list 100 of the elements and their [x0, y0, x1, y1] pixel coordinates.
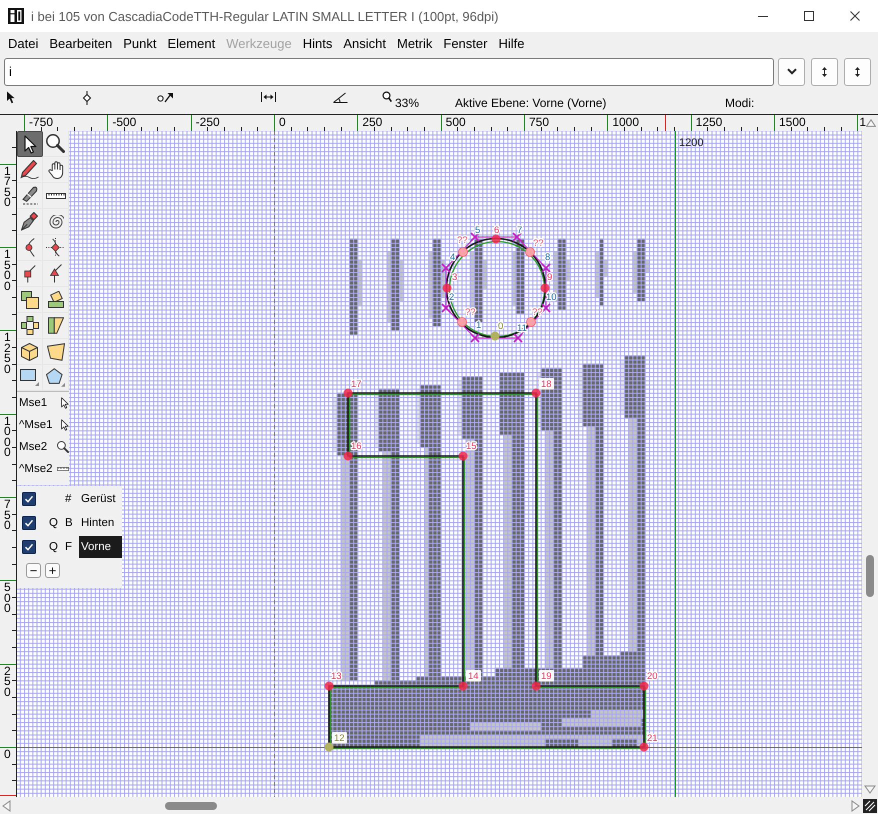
point-number: 15 [466, 441, 477, 452]
point-number: 20 [647, 671, 658, 682]
ruler-label: 500 [4, 582, 11, 614]
point-number: 6 [494, 225, 500, 236]
layer-name[interactable]: Gerüst [79, 488, 122, 510]
scroll-down-arrow-icon[interactable] [864, 785, 876, 794]
on-curve-point-icon [532, 388, 540, 398]
active-layer-label: Aktive Ebene: Vorne (Vorne) [455, 96, 608, 110]
scrollbar-thumb[interactable] [165, 802, 217, 810]
modes-label: Modi: [725, 96, 756, 110]
point-number: 21 [647, 733, 658, 744]
point-number: 2 [449, 292, 454, 303]
point-number: 3 [452, 272, 458, 283]
menu-item[interactable]: Hints [302, 36, 332, 51]
point-number: 19 [539, 670, 554, 682]
on-curve-point-icon [442, 284, 452, 292]
point-number: ?? [457, 235, 468, 246]
arrow-pointer-icon [61, 397, 69, 409]
up-down-button[interactable] [844, 58, 871, 86]
on-curve-point-icon [458, 452, 468, 460]
checkbox[interactable] [22, 492, 36, 506]
point-number: 14 [466, 670, 481, 682]
off-curve-point-icon [470, 232, 480, 242]
point-number: 0 [498, 321, 504, 332]
pixel-column [594, 238, 608, 306]
implied-point-icon [526, 317, 536, 327]
point-number: 1 [476, 320, 482, 331]
point-number: 9 [547, 272, 552, 283]
start-point-icon [324, 742, 334, 752]
window-title: i bei 105 von CascadiaCodeTTH-Regular LATIN SMALL LETTER I (100pt, 96dpi) [31, 8, 500, 24]
point-number: 17 [351, 379, 362, 390]
on-curve-point-icon [640, 682, 648, 690]
scroll-up-arrow-icon[interactable] [866, 119, 876, 127]
mouse-binding-label: ^Mse2 [19, 463, 53, 475]
ruler-label: -250 [196, 116, 220, 128]
glyph-name-field[interactable]: i [4, 58, 774, 86]
menu-item[interactable]: Datei [8, 36, 38, 51]
add-layer-button[interactable]: + [45, 563, 60, 578]
tangent-point-icon [50, 264, 62, 283]
ruler-label: 500 [446, 116, 466, 128]
up-down-arrow-icon [855, 66, 860, 76]
dropdown-button[interactable] [778, 58, 805, 86]
perspective-quad-icon [46, 342, 64, 360]
layer-name[interactable]: Vorne [79, 536, 122, 558]
point-number: 10 [546, 292, 557, 303]
width-arrows-icon [261, 91, 276, 103]
scroll-right-arrow-icon[interactable] [851, 800, 860, 812]
ruler-label: 1 [859, 116, 866, 128]
menu-item[interactable]: Fenster [443, 36, 488, 51]
off-curve-point-icon [512, 232, 522, 242]
ruler-label: 750 [529, 116, 550, 128]
menu-item[interactable]: Ansicht [343, 36, 386, 51]
ruler-label: 1000 [612, 116, 640, 128]
point-number: 18 [539, 378, 554, 390]
corner-point-icon [24, 264, 36, 282]
scroll-left-arrow-icon[interactable] [2, 800, 11, 812]
ruler-label: 1750 [4, 166, 11, 208]
pentagon-icon [46, 368, 65, 387]
tool-button[interactable] [17, 131, 43, 157]
implied-point-icon [457, 317, 467, 327]
magnifier-icon [57, 441, 69, 453]
arrow-pointer-icon [61, 419, 69, 431]
up-down-button[interactable] [811, 58, 838, 86]
on-curve-point-icon [640, 742, 648, 752]
checkbox[interactable] [22, 540, 36, 554]
skewed-shapes-icon [48, 317, 64, 334]
ruler-label: 0 [4, 749, 11, 760]
chevron-down-icon [786, 68, 796, 75]
on-curve-point-icon [344, 388, 352, 398]
grip-icon[interactable] [863, 798, 877, 812]
ruler-label: 250 [4, 666, 11, 698]
magnifier-icon [382, 91, 392, 103]
ruler-label: 1500 [779, 116, 806, 128]
menu-item[interactable]: Element [168, 36, 216, 51]
on-curve-point-icon [540, 284, 550, 292]
menu-item[interactable]: Punkt [123, 36, 156, 51]
off-curve-point-icon [441, 263, 451, 273]
squares-cross-icon [20, 316, 38, 335]
diamond-point-icon [46, 238, 65, 257]
menu-item[interactable]: Metrik [396, 36, 432, 51]
remove-layer-button[interactable]: − [26, 563, 41, 578]
layer-type-label: # [65, 493, 72, 505]
advance-width-label: 1200 [679, 137, 704, 149]
checkbox[interactable] [22, 516, 36, 530]
point-number: 7 [517, 225, 522, 236]
pixel-column [632, 238, 649, 302]
scrollbar-thumb[interactable] [866, 555, 874, 597]
hand-icon [48, 160, 64, 178]
menu-item[interactable]: Hilfe [498, 36, 524, 51]
ruler-label: 250 [362, 116, 382, 128]
ruler-label: 1250 [696, 116, 722, 128]
point-number: 4 [450, 252, 456, 263]
quadratic-label: Q [49, 541, 59, 553]
ruler-label: -750 [29, 116, 54, 128]
ruler-label: 1250 [4, 332, 11, 374]
circle-arrow-icon [157, 91, 174, 104]
layer-name[interactable]: Hinten [79, 512, 122, 534]
overlapping-squares-icon [20, 290, 38, 308]
point-number: 5 [475, 225, 480, 236]
menu-item[interactable]: Bearbeiten [49, 36, 112, 51]
